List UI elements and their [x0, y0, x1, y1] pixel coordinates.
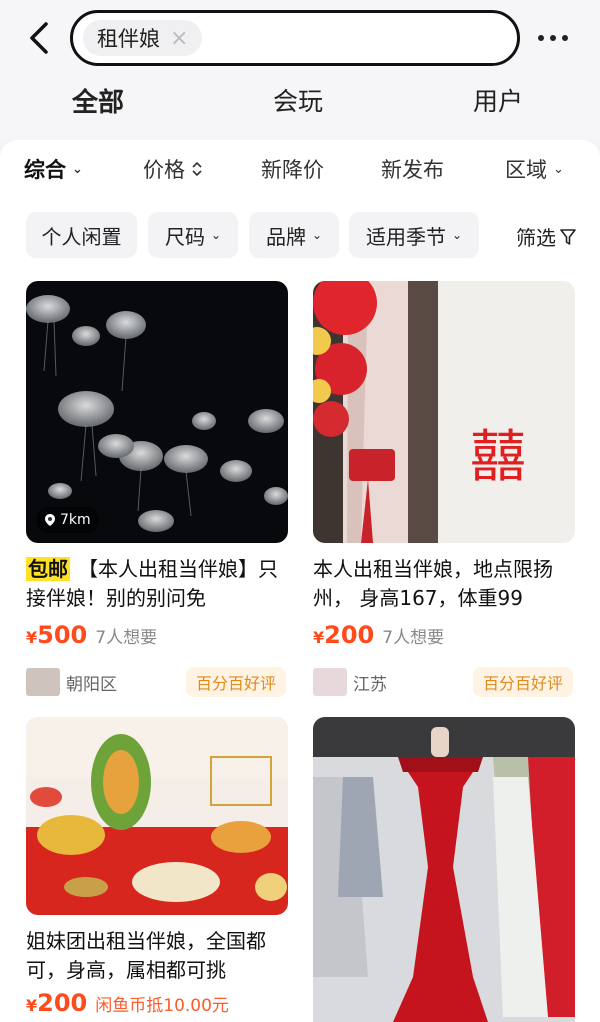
fruit-carving-image-icon: [26, 717, 288, 915]
sort-price[interactable]: 价格: [143, 154, 203, 184]
dot-icon: [538, 35, 544, 41]
rating-badge: 百分百好评: [185, 667, 286, 697]
jellyfish-image-icon: [26, 295, 288, 532]
filter-label: 尺码: [164, 224, 205, 249]
sort-label: 新降价: [261, 158, 324, 182]
distance-badge: 7km: [36, 507, 99, 533]
sort-new-posted[interactable]: 新发布: [381, 154, 444, 184]
result-tabs: 全部 会玩 用户: [0, 82, 600, 132]
product-title: 包邮 【本人出租当伴娘】只接伴娘！别的别问免: [26, 555, 288, 613]
tab-users[interactable]: 用户: [473, 82, 523, 118]
product-price: ¥200: [313, 621, 374, 649]
product-title-text: 姐妹团出租当伴娘，全国都可，身高，属相都可挑: [26, 929, 266, 982]
search-query-chip[interactable]: 租伴娘 ×: [83, 20, 203, 56]
product-title: 姐妹团出租当伴娘，全国都可，身高，属相都可挑: [26, 927, 288, 985]
chevron-down-icon: ⌄: [311, 228, 323, 242]
product-card[interactable]: [313, 717, 575, 1022]
wedding-door-photo: 囍: [313, 281, 575, 543]
tab-all[interactable]: 全部: [70, 82, 127, 119]
search-box[interactable]: 租伴娘 ×: [70, 10, 520, 66]
xianyu-coin-discount: 闲鱼币抵10.00元: [95, 996, 229, 1016]
sort-label: 价格: [143, 158, 185, 182]
price-value: 200: [324, 621, 375, 649]
screen-button[interactable]: 筛选: [516, 222, 576, 251]
sort-label: 综合: [24, 158, 66, 182]
chevron-down-icon: ⌄: [553, 161, 564, 177]
red-dress-photo: [313, 717, 575, 1022]
seller-row: 朝阳区 百分百好评: [26, 667, 288, 697]
product-price: ¥200: [26, 989, 87, 1017]
red-dress-image-icon: [313, 717, 575, 1022]
filter-label: 品牌: [265, 224, 306, 249]
currency-symbol: ¥: [26, 996, 38, 1015]
currency-symbol: ¥: [313, 628, 325, 647]
price-value: 200: [37, 989, 88, 1017]
filter-label: 适用季节: [365, 224, 446, 249]
tab-play[interactable]: 会玩: [273, 82, 323, 118]
clear-query-icon[interactable]: ×: [170, 26, 188, 51]
price-row: ¥500 7人想要: [26, 621, 288, 649]
back-button[interactable]: [22, 18, 58, 58]
tab-label: 全部: [72, 88, 125, 118]
wedding-door-image-icon: 囍: [313, 281, 575, 543]
want-count: 7人想要: [382, 628, 445, 648]
more-options-button[interactable]: [538, 24, 578, 52]
free-shipping-tag: 包邮: [26, 557, 70, 581]
dot-icon: [550, 35, 556, 41]
top-bar: 租伴娘 × 全部 会玩 用户: [0, 0, 600, 140]
svg-text:囍: 囍: [470, 425, 526, 490]
distance-text: 7km: [60, 512, 91, 528]
tab-label: 会玩: [273, 87, 324, 116]
search-query-text: 租伴娘: [97, 27, 160, 51]
fruit-carving-photo: [26, 717, 288, 915]
avatar[interactable]: [313, 668, 347, 696]
seller-location: 朝阳区: [66, 674, 117, 695]
filter-label: 个人闲置: [41, 224, 122, 249]
chevron-down-icon: ⌄: [210, 228, 222, 242]
price-value: 500: [37, 621, 88, 649]
sort-new-price-drop[interactable]: 新降价: [261, 154, 324, 184]
sort-comprehensive[interactable]: 综合 ⌄: [24, 154, 83, 184]
chevron-down-icon: ⌄: [451, 228, 463, 242]
filter-brand[interactable]: 品牌 ⌄: [249, 212, 339, 258]
seller-location: 江苏: [353, 674, 387, 695]
product-card[interactable]: 姐妹团出租当伴娘，全国都可，身高，属相都可挑 ¥200 闲鱼币抵10.00元: [26, 717, 288, 1017]
price-row: ¥200 闲鱼币抵10.00元: [26, 989, 288, 1017]
sort-region[interactable]: 区域 ⌄: [505, 154, 564, 184]
sort-bar: 综合 ⌄ 价格 新降价 新发布 区域 ⌄: [0, 154, 600, 194]
chevron-down-icon: ⌄: [72, 161, 83, 177]
screen-label: 筛选: [516, 226, 556, 250]
product-title: 本人出租当伴娘，地点限扬州， 身高167，体重99: [313, 555, 575, 613]
funnel-icon: [560, 228, 576, 245]
avatar[interactable]: [26, 668, 60, 696]
product-card[interactable]: 囍 本人出租当伴娘，地点限扬州， 身高167，体重99 ¥200 7人想要 江苏…: [313, 281, 575, 697]
tab-label: 用户: [473, 87, 524, 116]
filter-personal-idle[interactable]: 个人闲置: [26, 212, 137, 258]
want-count: 7人想要: [95, 628, 158, 648]
sort-label: 区域: [505, 158, 547, 182]
jellyfish-photo: 7km: [26, 281, 288, 543]
location-pin-icon: [45, 514, 55, 526]
product-title-text: 本人出租当伴娘，地点限扬州， 身高167，体重99: [313, 557, 553, 610]
product-card[interactable]: 7km 包邮 【本人出租当伴娘】只接伴娘！别的别问免 ¥500 7人想要 朝阳区 …: [26, 281, 288, 697]
filter-season[interactable]: 适用季节 ⌄: [349, 212, 479, 258]
price-row: ¥200 7人想要: [313, 621, 575, 649]
filter-size[interactable]: 尺码 ⌄: [148, 212, 238, 258]
seller-row: 江苏 百分百好评: [313, 667, 575, 697]
dot-icon: [562, 35, 568, 41]
sort-updown-icon: [192, 161, 202, 177]
filter-bar: 个人闲置 尺码 ⌄ 品牌 ⌄ 适用季节 ⌄ 筛选: [0, 212, 600, 260]
currency-symbol: ¥: [26, 628, 38, 647]
product-price: ¥500: [26, 621, 87, 649]
back-arrow-icon: [30, 22, 48, 54]
rating-badge: 百分百好评: [472, 667, 573, 697]
sort-label: 新发布: [381, 158, 444, 182]
